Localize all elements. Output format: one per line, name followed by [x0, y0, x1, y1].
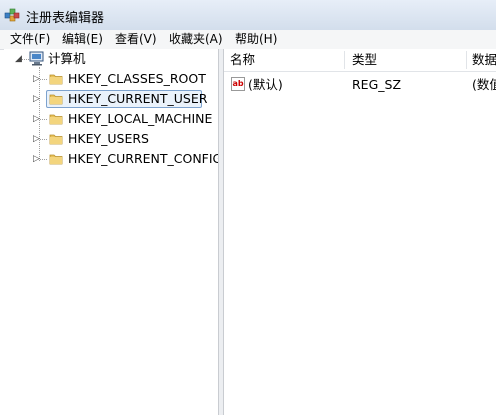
tree-item-computer[interactable]: ◢ 计算机	[4, 50, 218, 68]
column-header-type[interactable]: 类型	[346, 49, 464, 71]
column-header-name[interactable]: 名称	[224, 49, 342, 71]
column-header-data[interactable]: 数据	[466, 49, 496, 71]
folder-icon	[49, 134, 63, 145]
column-separator[interactable]	[344, 51, 345, 69]
tree-item-hkey-current-user[interactable]: ▷ HKEY_CURRENT_USER	[4, 90, 218, 108]
tree-item-hkey-current-config[interactable]: ▷ HKEY_CURRENT_CONFIG	[4, 150, 222, 168]
tree-item-label: HKEY_CURRENT_USER	[68, 91, 208, 106]
folder-icon	[49, 74, 63, 85]
list-item[interactable]: ab (默认) REG_SZ (数值	[224, 76, 496, 94]
collapse-arrow-icon[interactable]: ◢	[15, 50, 25, 68]
regedit-window: 注册表编辑器 文件(F) 编辑(E) 查看(V) 收藏夹(A) 帮助(H) ◢ …	[0, 0, 496, 415]
menu-help[interactable]: 帮助(H)	[234, 31, 278, 47]
tree-item-label: HKEY_CURRENT_CONFIG	[68, 151, 223, 166]
tree-item-hkey-users[interactable]: ▷ HKEY_USERS	[4, 130, 218, 148]
menu-favorites[interactable]: 收藏夹(A)	[168, 31, 224, 47]
string-value-icon: ab	[231, 77, 245, 91]
value-data: (数值	[472, 77, 496, 92]
tree-item-label: HKEY_CLASSES_ROOT	[68, 71, 206, 86]
window-title: 注册表编辑器	[26, 11, 105, 26]
tree-guide-line	[40, 139, 47, 140]
folder-icon	[49, 154, 63, 165]
list-header: 名称 类型 数据	[224, 49, 496, 72]
folder-icon	[49, 94, 63, 105]
tree-item-hkey-classes-root[interactable]: ▷ HKEY_CLASSES_ROOT	[4, 70, 218, 88]
menu-bar: 文件(F) 编辑(E) 查看(V) 收藏夹(A) 帮助(H)	[0, 30, 496, 50]
folder-icon	[49, 114, 63, 125]
value-name: (默认)	[248, 77, 283, 92]
registry-values-pane[interactable]: 名称 类型 数据 ab (默认) REG_SZ (数值	[224, 49, 496, 415]
value-type: REG_SZ	[352, 77, 402, 92]
menu-edit[interactable]: 编辑(E)	[61, 31, 104, 47]
registry-tree-pane[interactable]: ◢ 计算机 ▷ HKEY_CLASSES_ROOT ▷ HKEY_CURRENT…	[4, 49, 222, 415]
tree-item-label: HKEY_USERS	[68, 131, 149, 146]
expand-arrow-icon[interactable]: ▷	[33, 90, 43, 108]
computer-icon	[29, 51, 44, 66]
regedit-app-icon	[4, 8, 20, 22]
title-bar[interactable]: 注册表编辑器	[0, 0, 496, 30]
menu-file[interactable]: 文件(F)	[9, 31, 51, 47]
tree-guide-line	[40, 79, 47, 80]
tree-item-label: 计算机	[48, 51, 86, 66]
menu-view[interactable]: 查看(V)	[114, 31, 158, 47]
tree-guide-line	[40, 119, 47, 120]
tree-item-hkey-local-machine[interactable]: ▷ HKEY_LOCAL_MACHINE	[4, 110, 218, 128]
tree-guide-line	[40, 159, 47, 160]
tree-item-label: HKEY_LOCAL_MACHINE	[68, 111, 213, 126]
